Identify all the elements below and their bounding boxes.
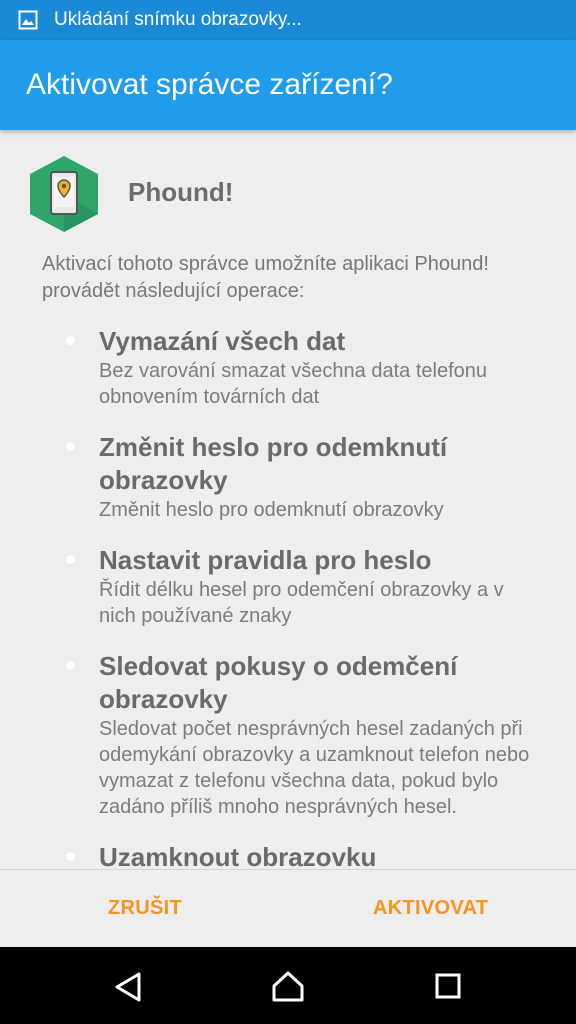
- bullet-icon: [66, 336, 75, 345]
- permission-title: Sledovat pokusy o odemčení obrazovky: [99, 651, 458, 714]
- permission-title: Nastavit pravidla pro heslo: [99, 545, 432, 575]
- status-bar: Ukládání snímku obrazovky...: [0, 0, 576, 40]
- bullet-icon: [66, 661, 75, 670]
- permission-title: Změnit heslo pro odemknutí obrazovky: [99, 432, 448, 495]
- dialog-button-bar: ZRUŠIT AKTIVOVAT: [0, 870, 576, 947]
- permission-list: Vymazání všech dat Bez varování smazat v…: [0, 325, 576, 869]
- image-icon: [18, 10, 38, 30]
- permission-description: Sledovat počet nesprávných hesel zadanýc…: [99, 718, 530, 818]
- permission-description: Bez varování smazat všechna data telefon…: [99, 360, 488, 408]
- permission-item: Změnit heslo pro odemknutí obrazovky Změ…: [0, 431, 576, 523]
- recents-icon[interactable]: [418, 959, 478, 1013]
- status-notification-text: Ukládání snímku obrazovky...: [54, 9, 302, 30]
- dialog-content[interactable]: Phound! Aktivací tohoto správce umožníte…: [0, 130, 576, 869]
- page-title: Aktivovat správce zařízení?: [26, 68, 393, 101]
- intro-text: Aktivací tohoto správce umožníte aplikac…: [42, 253, 489, 302]
- permission-item: Vymazání všech dat Bez varování smazat v…: [0, 325, 576, 410]
- home-icon[interactable]: [258, 959, 318, 1013]
- permission-title: Uzamknout obrazovku: [99, 842, 377, 869]
- navigation-bar: [0, 947, 576, 1024]
- bullet-icon: [66, 852, 75, 861]
- permission-description: Řídit délku hesel pro odemčení obrazovky…: [99, 579, 504, 627]
- phone-location-icon: [30, 156, 98, 232]
- permission-description: Změnit heslo pro odemknutí obrazovky: [99, 499, 444, 521]
- bullet-icon: [66, 555, 75, 564]
- back-icon[interactable]: [98, 959, 158, 1013]
- dialog-header: Aktivovat správce zařízení?: [0, 40, 576, 130]
- permission-item: Uzamknout obrazovku: [0, 841, 576, 869]
- cancel-button[interactable]: ZRUŠIT: [108, 870, 182, 947]
- app-name: Phound!: [128, 177, 234, 207]
- permission-title: Vymazání všech dat: [99, 326, 346, 356]
- activate-button[interactable]: AKTIVOVAT: [373, 870, 488, 947]
- permission-item: Nastavit pravidla pro heslo Řídit délku …: [0, 544, 576, 629]
- permission-item: Sledovat pokusy o odemčení obrazovky Sle…: [0, 650, 576, 820]
- bullet-icon: [66, 442, 75, 451]
